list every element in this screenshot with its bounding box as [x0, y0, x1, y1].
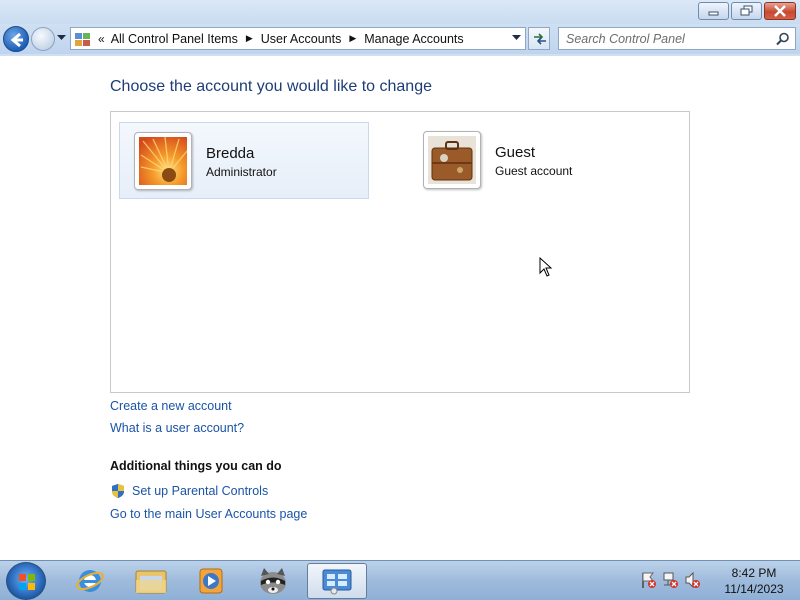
system-tray: [640, 571, 700, 589]
back-button[interactable]: [3, 26, 29, 52]
internet-explorer-icon: [76, 570, 104, 592]
restore-icon: [740, 5, 752, 16]
orange-flower-icon: [139, 137, 187, 185]
main-user-accounts-link[interactable]: Go to the main User Accounts page: [110, 507, 307, 521]
avatar: [134, 132, 192, 190]
content-pane: Choose the account you would like to cha…: [0, 56, 800, 560]
minimize-icon: [708, 11, 718, 16]
accounts-list: Bredda Administrator Guest Guest account: [110, 111, 690, 393]
breadcrumb-manage-accounts[interactable]: Manage Accounts: [364, 32, 463, 46]
taskbar-windows-explorer[interactable]: [124, 563, 178, 599]
account-type: Guest account: [495, 164, 573, 178]
shield-icon: [112, 484, 124, 498]
close-button[interactable]: [764, 2, 796, 20]
taskbar-media-player[interactable]: [184, 563, 238, 599]
avatar: [423, 131, 481, 189]
account-name: Guest: [495, 144, 536, 161]
what-is-account-link[interactable]: What is a user account?: [110, 421, 244, 435]
minimize-button[interactable]: [698, 2, 729, 20]
account-tile-bredda[interactable]: Bredda Administrator: [119, 122, 369, 199]
breadcrumb-arrow-icon[interactable]: ▶: [246, 33, 253, 44]
search-icon[interactable]: [776, 32, 790, 46]
navigation-bar: « All Control Panel Items ▶ User Account…: [0, 24, 800, 54]
address-dropdown-icon[interactable]: [512, 35, 521, 41]
account-type: Administrator: [206, 165, 277, 179]
taskbar-raccoon-app[interactable]: [246, 563, 300, 599]
create-account-link[interactable]: Create a new account: [110, 399, 232, 413]
raccoon-icon: [260, 568, 286, 594]
windows-logo-icon: [19, 574, 35, 590]
breadcrumb-overflow[interactable]: «: [98, 32, 105, 46]
breadcrumb: « All Control Panel Items ▶ User Account…: [92, 32, 464, 46]
additional-heading: Additional things you can do: [110, 459, 282, 473]
action-center-flag-icon[interactable]: [640, 571, 656, 589]
address-bar[interactable]: « All Control Panel Items ▶ User Account…: [70, 27, 526, 50]
clock-time: 8:42 PM: [731, 566, 777, 580]
title-bar: [0, 0, 800, 24]
breadcrumb-user-accounts[interactable]: User Accounts: [261, 32, 342, 46]
control-panel-icon: [322, 569, 352, 595]
forward-button[interactable]: [31, 27, 55, 51]
breadcrumb-arrow-icon[interactable]: ▶: [349, 33, 356, 44]
restore-button[interactable]: [731, 2, 762, 20]
breadcrumb-all-control-panel-items[interactable]: All Control Panel Items: [111, 32, 238, 46]
control-panel-icon: [75, 32, 90, 46]
back-arrow-icon: [10, 32, 23, 48]
clock[interactable]: 8:42 PM 11/14/2023: [712, 565, 796, 597]
taskbar: 8:42 PM 11/14/2023: [0, 560, 800, 600]
clock-date: 11/14/2023: [724, 582, 784, 596]
recent-pages-dropdown-icon[interactable]: [57, 35, 66, 41]
media-player-icon: [199, 568, 223, 594]
taskbar-internet-explorer[interactable]: [63, 563, 117, 599]
network-icon[interactable]: [662, 571, 678, 589]
page-title: Choose the account you would like to cha…: [110, 78, 432, 95]
search-input[interactable]: [559, 28, 769, 49]
search-box: [558, 27, 796, 50]
account-tile-guest[interactable]: Guest Guest account: [409, 122, 659, 199]
taskbar-control-panel[interactable]: [307, 563, 367, 599]
suitcase-icon: [428, 136, 476, 184]
volume-muted-icon[interactable]: [684, 571, 700, 589]
window-controls: [696, 2, 796, 20]
mouse-cursor-icon: [539, 257, 553, 277]
parental-controls-link[interactable]: Set up Parental Controls: [132, 484, 268, 498]
refresh-button[interactable]: [528, 27, 550, 50]
folder-icon: [135, 570, 167, 594]
start-button[interactable]: [6, 562, 46, 600]
refresh-icon: [534, 33, 546, 45]
account-name: Bredda: [206, 145, 255, 162]
close-icon: [774, 5, 786, 17]
